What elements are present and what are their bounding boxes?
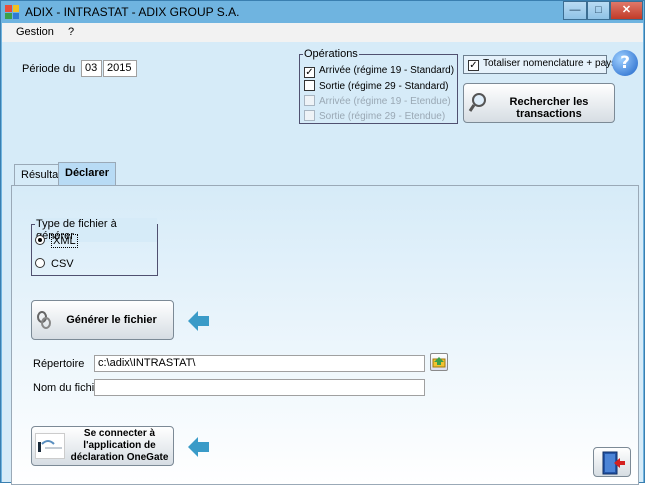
checkbox-checked-icon: ✓: [468, 60, 479, 71]
op-sortie-etendue-label: Sortie (régime 29 - Etendue): [319, 111, 446, 122]
checkbox-disabled-icon: [304, 110, 315, 121]
op-sortie-standard[interactable]: Sortie (régime 29 - Standard): [304, 80, 449, 94]
checkbox-checked-icon: ✓: [304, 67, 315, 78]
radio-icon: [35, 258, 45, 268]
folder-icon: [432, 357, 446, 368]
radio-csv[interactable]: CSV: [35, 258, 74, 270]
file-type-group: Type de fichier à générer XML CSV: [31, 218, 158, 276]
totaliser-label: Totaliser nomenclature + pays: [483, 58, 617, 69]
client-area: Période du 03 2015 Opérations ✓ Arrivée (…: [2, 42, 643, 485]
menu-bar: Gestion ?: [2, 23, 643, 42]
op-arrivee-etendue: Arrivée (régime 19 - Etendue): [304, 95, 451, 109]
directory-label: Répertoire: [33, 358, 85, 370]
exit-door-icon: [602, 451, 625, 475]
radio-xml[interactable]: XML: [35, 234, 78, 248]
tab-declarer[interactable]: Déclarer: [58, 162, 117, 185]
generate-file-button[interactable]: Générer le fichier: [31, 300, 174, 340]
period-year-input[interactable]: 2015: [103, 60, 137, 77]
op-arrivee-standard-label: Arrivée (régime 19 - Standard): [319, 65, 455, 76]
exit-button[interactable]: [593, 447, 631, 477]
minimize-button[interactable]: —: [563, 1, 587, 20]
window-title: ADIX - INTRASTAT - ADIX GROUP S.A.: [25, 5, 240, 19]
declarer-panel: Type de fichier à générer XML CSV Génére…: [11, 185, 639, 485]
operations-group: Opérations ✓ Arrivée (régime 19 - Standar…: [299, 48, 458, 124]
op-arrivee-standard[interactable]: ✓ Arrivée (régime 19 - Standard): [304, 65, 454, 79]
checkbox-disabled-icon: [304, 95, 315, 106]
onegate-logo-icon: [35, 433, 65, 459]
magnifier-icon: [468, 93, 486, 112]
chain-icon: [37, 311, 51, 329]
operations-title: Opérations: [303, 48, 359, 60]
onegate-button[interactable]: Se connecter à l'application de déclarat…: [31, 426, 174, 466]
app-icon: [5, 5, 19, 19]
op-sortie-etendue: Sortie (régime 29 - Etendue): [304, 110, 445, 124]
onegate-label: Se connecter à l'application de déclarat…: [70, 428, 169, 463]
close-button[interactable]: ✕: [610, 1, 643, 20]
checkbox-icon: [304, 80, 315, 91]
help-icon[interactable]: ?: [612, 50, 638, 76]
totaliser-checkbox[interactable]: ✓ Totaliser nomenclature + pays: [463, 55, 616, 74]
radio-selected-icon: [35, 235, 45, 245]
directory-input[interactable]: c:\adix\INTRASTAT\: [94, 355, 425, 372]
arrow-left-icon: [188, 311, 209, 331]
menu-gestion[interactable]: Gestion: [16, 26, 54, 38]
search-transactions-button[interactable]: Rechercher les transactions: [463, 83, 615, 123]
op-arrivee-etendue-label: Arrivée (régime 19 - Etendue): [319, 96, 451, 107]
filename-input[interactable]: [94, 379, 425, 396]
op-sortie-standard-label: Sortie (régime 29 - Standard): [319, 81, 449, 92]
title-bar: ADIX - INTRASTAT - ADIX GROUP S.A. — □ ✕: [1, 1, 644, 23]
search-transactions-label: Rechercher les transactions: [509, 96, 589, 120]
generate-file-label: Générer le fichier: [66, 314, 157, 326]
menu-help[interactable]: ?: [68, 26, 74, 38]
period-label: Période du: [22, 63, 76, 75]
period-month-input[interactable]: 03: [81, 60, 102, 77]
radio-xml-label: XML: [51, 234, 78, 248]
maximize-button[interactable]: □: [587, 1, 610, 20]
radio-csv-label: CSV: [51, 258, 74, 270]
browse-folder-button[interactable]: [430, 353, 448, 371]
arrow-left-icon: [188, 437, 209, 457]
app-window: ADIX - INTRASTAT - ADIX GROUP S.A. — □ ✕…: [0, 0, 645, 485]
